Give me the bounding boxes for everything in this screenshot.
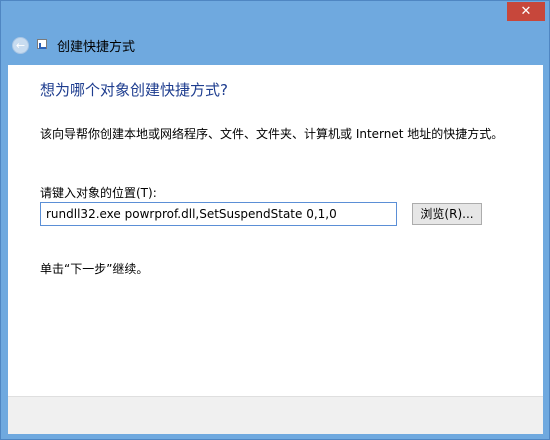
wizard-content: 想为哪个对象创建快捷方式? 该向导帮你创建本地或网络程序、文件、文件夹、计算机或…: [8, 65, 543, 396]
close-button[interactable]: ✕: [507, 2, 545, 21]
window-title: 创建快捷方式: [57, 40, 136, 55]
shortcut-icon: [37, 39, 47, 49]
location-label: 请键入对象的位置(T):: [40, 186, 157, 200]
wizard-heading: 想为哪个对象创建快捷方式?: [40, 81, 228, 99]
back-button[interactable]: ←: [12, 37, 29, 54]
close-icon: ✕: [520, 4, 532, 19]
browse-button[interactable]: 浏览(R)...: [412, 203, 482, 225]
wizard-description: 该向导帮你创建本地或网络程序、文件、文件夹、计算机或 Internet 地址的快…: [40, 127, 504, 141]
next-hint: 单击“下一步”继续。: [40, 262, 149, 276]
wizard-footer: [8, 396, 543, 434]
create-shortcut-window: ✕ ← 创建快捷方式 想为哪个对象创建快捷方式? 该向导帮你创建本地或网络程序、…: [0, 0, 550, 440]
location-input[interactable]: [40, 202, 397, 226]
title-bar: ✕ ← 创建快捷方式: [1, 1, 549, 65]
back-arrow-icon: ←: [15, 39, 26, 52]
